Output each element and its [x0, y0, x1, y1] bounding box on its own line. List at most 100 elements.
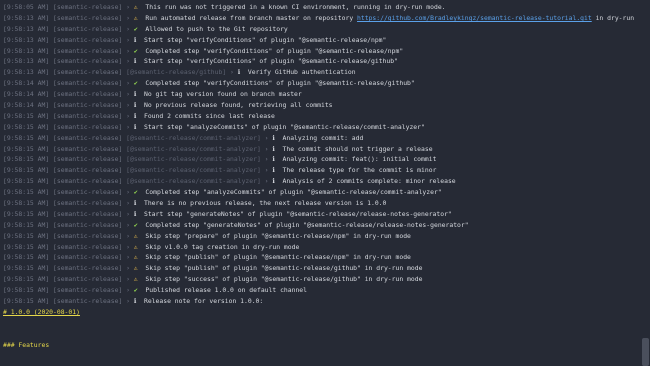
log-message: Release note for version 1.0.0:: [143, 297, 264, 306]
log-line: [9:58:15 AM] [semantic-release] › ⚠ Skip…: [3, 274, 638, 285]
log-line: [9:58:15 AM] [semantic-release] › ✔ Publ…: [3, 285, 638, 296]
log-scope: [semantic-release]: [53, 24, 123, 33]
log-timestamp: [9:58:15 AM]: [3, 286, 50, 295]
log-message: Completed step "verifyConditions" of plu…: [145, 79, 415, 88]
log-timestamp: [9:58:15 AM]: [3, 199, 50, 208]
log-timestamp: [9:58:15 AM]: [3, 220, 50, 229]
log-message: Analysis of 2 commits complete: minor re…: [282, 177, 456, 186]
repository-link[interactable]: https://github.com/Bradleykingz/semantic…: [357, 14, 592, 22]
log-timestamp: [9:58:15 AM]: [3, 253, 50, 262]
log-timestamp: [9:58:14 AM]: [3, 90, 50, 99]
log-timestamp: [9:58:15 AM]: [3, 242, 50, 251]
separator: ›: [122, 57, 134, 66]
scrollbar-thumb[interactable]: [642, 338, 649, 366]
log-line: [9:58:15 AM] [semantic-release] › ℹ Ther…: [3, 198, 638, 209]
separator: ›: [122, 90, 134, 99]
separator: ›: [122, 35, 134, 44]
log-scope: [semantic-release]: [53, 275, 123, 284]
log-scope: [semantic-release]: [53, 35, 123, 44]
log-line: [9:58:14 AM] [semantic-release] › ℹ No g…: [3, 89, 638, 100]
log-timestamp: [9:58:15 AM]: [3, 275, 50, 284]
separator: ›: [260, 166, 273, 175]
terminal-window[interactable]: [9:58:05 AM] [semantic-release] › ⚠ This…: [0, 0, 650, 366]
log-line: [9:58:15 AM] [semantic-release] › ⚠ Skip…: [3, 263, 638, 274]
separator: ›: [122, 3, 134, 11]
log-plugin-scope: [@semantic-release/commit-analyzer]: [126, 155, 261, 164]
log-scope: [semantic-release]: [53, 46, 123, 55]
separator: ›: [122, 199, 134, 208]
info-icon: ℹ: [272, 166, 275, 175]
log-timestamp: [9:58:13 AM]: [3, 13, 50, 22]
log-scope: [semantic-release]: [53, 297, 123, 306]
log-message: No git tag version found on branch maste…: [143, 90, 302, 99]
log-message: Start step "generateNotes" of plugin "@s…: [143, 209, 452, 218]
log-plugin-scope: [@semantic-release/commit-analyzer]: [126, 177, 261, 186]
release-notes-heading-line: # 1.0.0 (2020-08-01): [3, 307, 638, 318]
log-timestamp: [9:58:05 AM]: [3, 3, 50, 11]
info-icon: ℹ: [133, 297, 137, 306]
separator: ›: [122, 101, 134, 110]
separator: ›: [260, 155, 273, 164]
separator: ›: [122, 297, 134, 306]
separator: ›: [122, 231, 134, 240]
success-check-icon: ✔: [133, 188, 138, 197]
log-scope: [semantic-release]: [53, 122, 123, 131]
log-timestamp: [9:58:15 AM]: [3, 144, 50, 153]
log-line: [9:58:15 AM] [semantic-release] [@semant…: [3, 133, 638, 144]
log-timestamp: [9:58:13 AM]: [3, 24, 50, 33]
log-plugin-scope: [@semantic-release/commit-analyzer]: [126, 166, 261, 175]
separator: ›: [122, 264, 134, 273]
separator: ›: [260, 133, 273, 142]
log-line: [9:58:13 AM] [semantic-release] › ℹ Star…: [3, 56, 638, 67]
warning-icon: ⚠: [133, 13, 138, 22]
log-message: Completed step "generateNotes" of plugin…: [145, 220, 469, 229]
log-timestamp: [9:58:15 AM]: [3, 155, 50, 164]
log-timestamp: [9:58:14 AM]: [3, 79, 50, 88]
separator: ›: [122, 79, 134, 88]
log-scope: [semantic-release]: [53, 264, 123, 273]
log-line: [9:58:15 AM] [semantic-release] [@semant…: [3, 144, 638, 155]
log-line: [9:58:13 AM] [semantic-release] › ✔ Allo…: [3, 24, 638, 35]
info-icon: ℹ: [133, 122, 137, 131]
info-icon: ℹ: [133, 111, 137, 120]
log-output: [9:58:05 AM] [semantic-release] › ⚠ This…: [3, 2, 638, 351]
log-message: Start step "analyzeCommits" of plugin "@…: [143, 122, 425, 131]
log-line: [9:58:15 AM] [semantic-release] › ⚠ Skip…: [3, 252, 638, 263]
release-notes-heading: # 1.0.0 (2020-08-01): [3, 307, 80, 316]
log-line: [9:58:15 AM] [semantic-release] › ✔ Comp…: [3, 187, 638, 198]
log-timestamp: [9:58:13 AM]: [3, 57, 50, 66]
success-check-icon: ✔: [133, 220, 138, 229]
log-scope: [semantic-release]: [53, 155, 123, 164]
log-scope: [semantic-release]: [53, 209, 123, 218]
log-line: [9:58:15 AM] [semantic-release] [@semant…: [3, 176, 638, 187]
log-message: Skip step "publish" of plugin "@semantic…: [145, 264, 423, 273]
separator: ›: [122, 111, 134, 120]
log-message: Completed step "analyzeCommits" of plugi…: [145, 188, 442, 197]
info-icon: ℹ: [133, 101, 137, 110]
info-icon: ℹ: [237, 68, 241, 77]
log-scope: [semantic-release]: [53, 3, 123, 11]
separator: ›: [260, 144, 273, 153]
info-icon: ℹ: [272, 144, 275, 153]
log-message: There is no previous release, the next r…: [143, 199, 387, 208]
log-timestamp: [9:58:15 AM]: [3, 177, 50, 186]
log-line: [9:58:15 AM] [semantic-release] › ℹ Foun…: [3, 111, 638, 122]
log-message: Skip v1.0.0 tag creation in dry-run mode: [145, 242, 300, 251]
log-scope: [semantic-release]: [53, 68, 123, 77]
log-scope: [semantic-release]: [53, 111, 123, 120]
separator: ›: [122, 253, 134, 262]
scrollbar[interactable]: [642, 0, 649, 366]
warning-icon: ⚠: [133, 253, 138, 262]
log-message: Verify GitHub authentication: [247, 68, 356, 77]
log-message-tail: in dry-run mode: [595, 13, 638, 22]
log-message: Run automated release from branch master…: [145, 13, 358, 22]
warning-icon: ⚠: [133, 231, 138, 240]
log-line: [9:58:14 AM] [semantic-release] › ℹ No p…: [3, 100, 638, 111]
info-icon: ℹ: [272, 133, 275, 142]
separator: ›: [122, 286, 134, 295]
log-message: The release type for the commit is minor: [282, 166, 437, 175]
separator: ›: [122, 46, 134, 55]
log-plugin-scope: [@semantic-release/github]: [126, 68, 227, 77]
